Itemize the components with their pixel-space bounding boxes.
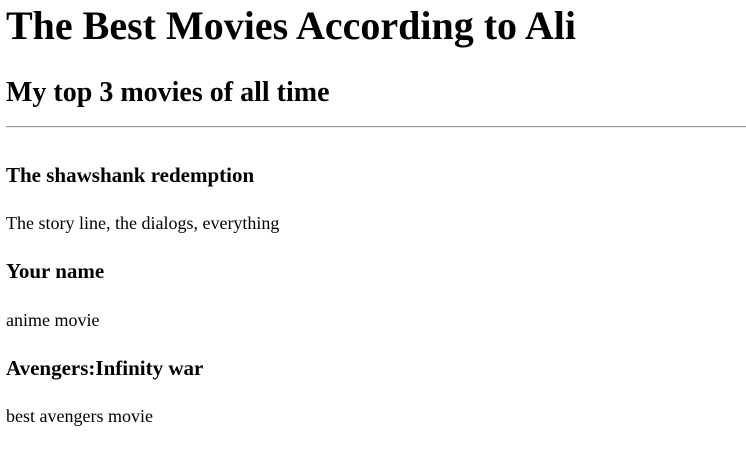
movie-description: anime movie — [6, 310, 100, 330]
movie-description: The story line, the dialogs, everything — [6, 213, 280, 233]
movie-title: Your name — [6, 259, 105, 283]
page-subtitle: My top 3 movies of all time — [6, 77, 330, 108]
movie-description: best avengers movie — [6, 406, 153, 426]
page-title: The Best Movies According to Ali — [6, 3, 576, 48]
divider — [6, 126, 746, 128]
movie-title: Avengers:Infinity war — [6, 356, 204, 380]
movie-title: The shawshank redemption — [6, 163, 255, 187]
